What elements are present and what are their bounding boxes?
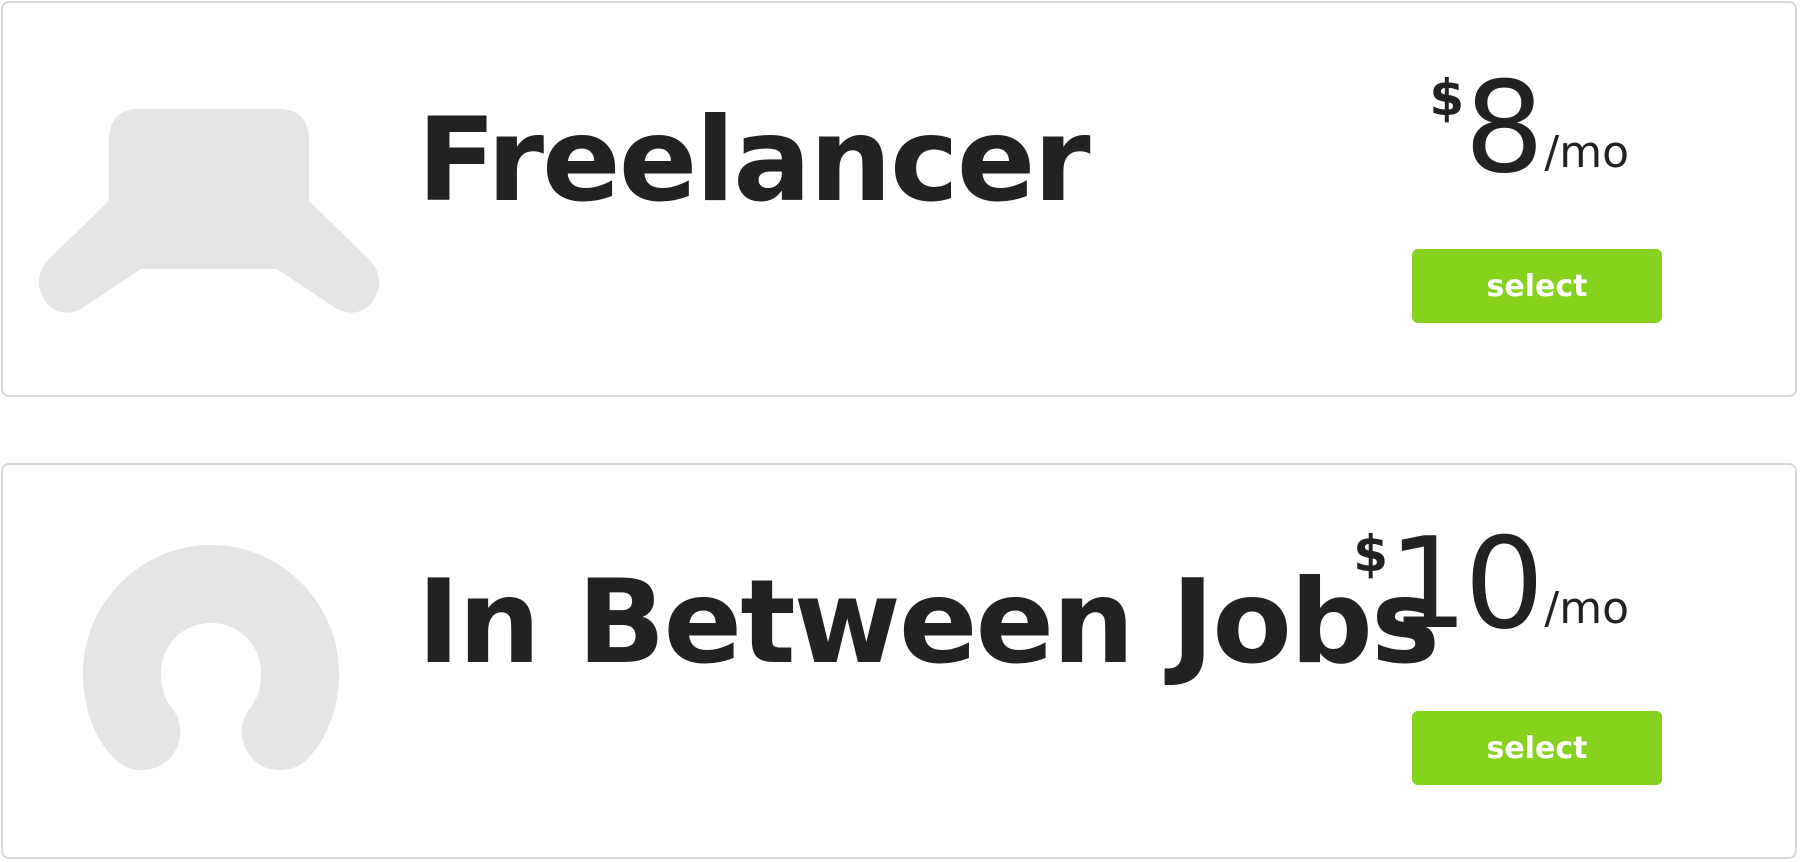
price-amount: 8: [1464, 54, 1544, 201]
price-currency: $: [1353, 525, 1389, 583]
price-period: /mo: [1544, 583, 1629, 634]
plan-name: Freelancer: [417, 93, 1091, 228]
laptop-icon: [38, 109, 380, 313]
price-currency: $: [1429, 69, 1465, 127]
plan-card-freelancer: Freelancer $ 8 /mo select: [1, 1, 1797, 397]
select-button[interactable]: select: [1412, 711, 1662, 785]
price-period: /mo: [1544, 127, 1629, 178]
select-button[interactable]: select: [1412, 249, 1662, 323]
price: $ 10 /mo: [1353, 521, 1629, 661]
price-amount: 10: [1388, 510, 1544, 657]
plan-card-in-between-jobs: In Between Jobs $ 10 /mo select: [1, 463, 1797, 859]
neck-pillow-icon: [83, 545, 339, 771]
price: $ 8 /mo: [1429, 65, 1629, 205]
plan-name: In Between Jobs: [417, 555, 1440, 690]
